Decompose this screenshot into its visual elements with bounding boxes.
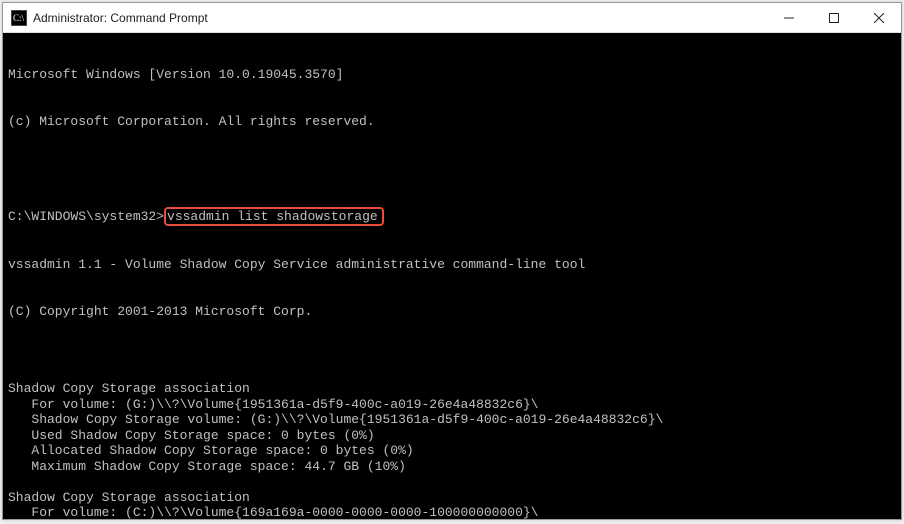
assoc-used: Used Shadow Copy Storage space: 0 bytes … [8,428,896,444]
assoc-for-volume: For volume: (G:)\\?\Volume{1951361a-d5f9… [8,397,896,413]
command-prompt-window: C:\ Administrator: Command Prompt Micros… [2,2,902,520]
vss-header-2: (C) Copyright 2001-2013 Microsoft Corp. [8,304,896,320]
highlighted-command: vssadmin list shadowstorage [164,207,384,227]
association-title: Shadow Copy Storage association [8,490,896,506]
vss-header-1: vssadmin 1.1 - Volume Shadow Copy Servic… [8,257,896,273]
prompt-line: C:\WINDOWS\system32>vssadmin list shadow… [8,207,896,227]
prompt-path: C:\WINDOWS\system32> [8,209,164,224]
copyright-line: (c) Microsoft Corporation. All rights re… [8,114,896,130]
window-title: Administrator: Command Prompt [33,11,766,25]
version-line: Microsoft Windows [Version 10.0.19045.35… [8,67,896,83]
cmd-icon: C:\ [11,10,27,26]
assoc-for-volume: For volume: (C:)\\?\Volume{169a169a-0000… [8,505,896,519]
window-controls [766,3,901,32]
svg-text:C:\: C:\ [13,13,25,23]
assoc-storage-volume: Shadow Copy Storage volume: (G:)\\?\Volu… [8,412,896,428]
minimize-button[interactable] [766,3,811,32]
assoc-maximum: Maximum Shadow Copy Storage space: 44.7 … [8,459,896,475]
assoc-allocated: Allocated Shadow Copy Storage space: 0 b… [8,443,896,459]
terminal-output[interactable]: Microsoft Windows [Version 10.0.19045.35… [3,33,901,519]
maximize-button[interactable] [811,3,856,32]
titlebar[interactable]: C:\ Administrator: Command Prompt [3,3,901,33]
close-button[interactable] [856,3,901,32]
association-block: Shadow Copy Storage association For volu… [8,381,896,474]
association-title: Shadow Copy Storage association [8,381,896,397]
association-block: Shadow Copy Storage association For volu… [8,490,896,520]
